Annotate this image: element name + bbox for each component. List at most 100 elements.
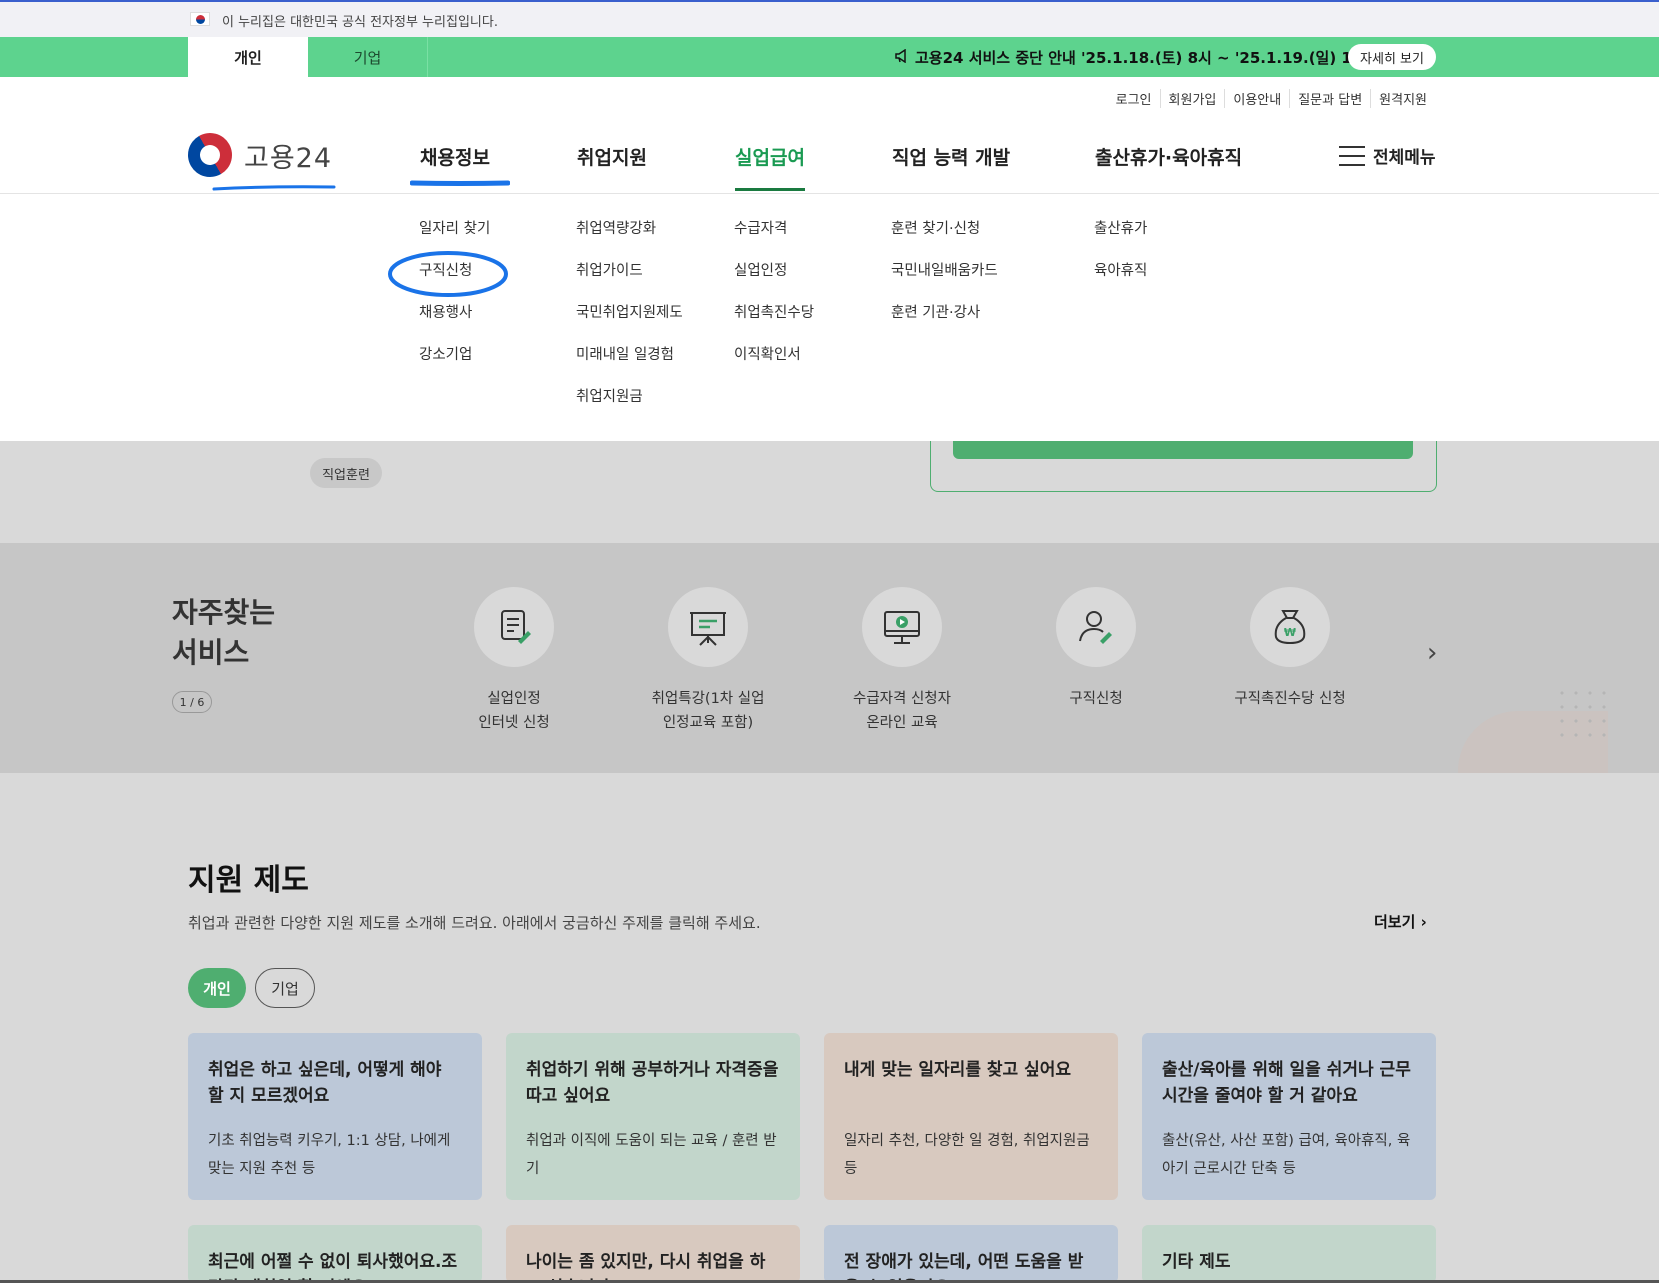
hamburger-icon [1339,145,1365,166]
money-bag-icon: ₩ [1250,587,1330,667]
site-logo[interactable]: 고용24 [179,124,333,186]
header-divider [0,193,1659,194]
submenu-eligibility[interactable]: 수급자격 [734,220,814,262]
support-card[interactable]: 출산/육아를 위해 일을 쉬거나 근무 시간을 줄여야 할 거 같아요 출산(유… [1142,1033,1436,1200]
login-link[interactable]: 로그인 [1108,89,1160,108]
notice-text[interactable]: 고용24 서비스 중단 안내 '25.1.18.(토) 8시 ~ '25.1.1… [895,47,1376,68]
svg-text:₩: ₩ [1284,626,1296,639]
tab-personal[interactable]: 개인 [188,37,308,77]
gnb-recruit-info[interactable]: 채용정보 [420,143,490,170]
support-card[interactable]: 내게 맞는 일자리를 찾고 싶어요 일자리 추천, 다양한 일 경험, 취업지원… [824,1033,1118,1200]
submenu-strong-companies[interactable]: 강소기업 [419,346,490,388]
card-title: 내게 맞는 일자리를 찾고 싶어요 [844,1060,1071,1080]
card-description: 취업과 이직에 도움이 되는 교육 / 훈련 받기 [526,1133,777,1177]
search-panel-button[interactable] [953,441,1413,459]
more-link[interactable]: 더보기 › [1374,911,1427,932]
services-title-line1: 자주찾는 [172,596,276,629]
gnb-unemployment-benefit[interactable]: 실업급여 [735,143,805,170]
filter-personal[interactable]: 개인 [188,968,246,1008]
gnb-underline-annotation [410,180,510,186]
services-title-line2: 서비스 [172,636,250,669]
support-card[interactable]: 취업은 하고 싶은데, 어떻게 해야 할 지 모르겠어요 기초 취업능력 키우기… [188,1033,482,1200]
support-card[interactable]: 전 장애가 있는데, 어떤 도움을 받을 수 있을까요? [824,1225,1118,1283]
submenu-separation-confirmation[interactable]: 이직확인서 [734,346,814,388]
card-title: 최근에 어쩔 수 없이 퇴사했어요.조만간 재취업 할 거예요 [208,1252,458,1283]
presentation-board-icon [668,587,748,667]
service-label: 실업인정 인터넷 신청 [478,691,550,731]
service-item[interactable]: 실업인정 인터넷 신청 [424,587,604,735]
chevron-right-icon: › [1420,913,1427,931]
submenu-unemployment-certification[interactable]: 실업인정 [734,262,814,304]
filter-company[interactable]: 기업 [255,968,315,1008]
notice-detail-button[interactable]: 자세히 보기 [1348,44,1436,70]
signup-link[interactable]: 회원가입 [1159,89,1225,108]
support-card[interactable]: 기타 제도 [1142,1225,1436,1283]
gov-banner-text: 이 누리집은 대한민국 공식 전자정부 누리집입니다. [222,15,498,30]
qna-link[interactable]: 질문과 답변 [1289,89,1370,108]
service-label: 취업특강(1차 실업 인정교육 포함) [651,691,765,731]
submenu-maternity-leave[interactable]: 출산휴가 [1094,220,1147,262]
tab-company[interactable]: 기업 [308,37,428,77]
submenu-recruit-events[interactable]: 채용행사 [419,304,490,346]
card-title: 기타 제도 [1162,1252,1231,1272]
card-description: 출산(유산, 사산 포함) 급여, 육아휴직, 육아기 근로시간 단축 등 [1162,1133,1411,1177]
all-menu-button[interactable]: 전체메뉴 [1339,143,1436,168]
submenu-column-recruit: 일자리 찾기 구직신청 채용행사 강소기업 [419,220,490,388]
submenu-employment-subsidy[interactable]: 취업지원금 [576,388,683,430]
card-title: 전 장애가 있는데, 어떤 도움을 받을 수 있을까요? [844,1252,1084,1283]
taegeuk-emblem-icon [179,124,241,186]
submenu-future-work-experience[interactable]: 미래내일 일경험 [576,346,683,388]
service-item[interactable]: 구직신청 [1006,587,1186,711]
megaphone-icon [895,48,909,67]
logo-text: 고용24 [244,142,333,174]
notice-bar: 개인 기업 고용24 서비스 중단 안내 '25.1.18.(토) 8시 ~ '… [0,37,1659,77]
services-pager: 1 / 6 [172,691,212,713]
submenu-column-benefit: 수급자격 실업인정 취업촉진수당 이직확인서 [734,220,814,388]
gnb-employment-support[interactable]: 취업지원 [577,143,647,170]
user-edit-icon [1056,587,1136,667]
support-title: 지원 제도 [188,863,309,898]
decorative-dots [1555,686,1615,746]
service-item[interactable]: ₩ 구직촉진수당 신청 [1200,587,1380,711]
submenu-column-employment: 취업역량강화 취업가이드 국민취업지원제도 미래내일 일경험 취업지원금 [576,220,683,430]
submenu-childcare-leave[interactable]: 육아휴직 [1094,262,1147,304]
monitor-play-icon [862,587,942,667]
card-description: 일자리 추천, 다양한 일 경험, 취업지원금 등 [844,1133,1090,1177]
card-description: 기초 취업능력 키우기, 1:1 상담, 나에게 맞는 지원 추천 등 [208,1133,451,1177]
support-description: 취업과 관련한 다양한 지원 제도를 소개해 드려요. 아래에서 궁금하신 주제… [188,914,761,932]
gnb-skills-development[interactable]: 직업 능력 개발 [892,143,1010,170]
submenu-national-employment-support[interactable]: 국민취업지원제도 [576,304,683,346]
support-card[interactable]: 나이는 좀 있지만, 다시 취업을 하고 싶습니다 [506,1225,800,1283]
support-card[interactable]: 최근에 어쩔 수 없이 퇴사했어요.조만간 재취업 할 거예요 [188,1225,482,1283]
submenu-training-institutions[interactable]: 훈련 기관·강사 [891,304,998,346]
gnb-maternity-childcare[interactable]: 출산휴가·육아휴직 [1095,143,1242,170]
document-edit-icon [474,587,554,667]
card-title: 나이는 좀 있지만, 다시 취업을 하고 싶습니다 [526,1252,766,1283]
service-item[interactable]: 취업특강(1차 실업 인정교육 포함) [618,587,798,735]
service-label: 구직신청 [1069,691,1123,707]
logo-underline-annotation [212,185,336,191]
services-title: 자주찾는 서비스 [172,593,275,673]
remote-support-link[interactable]: 원격지원 [1370,89,1435,108]
guide-link[interactable]: 이용안내 [1224,89,1289,108]
chevron-right-icon[interactable]: › [1427,638,1437,668]
utility-links: 로그인 회원가입 이용안내 질문과 답변 원격지원 [1108,89,1435,108]
card-title: 취업하기 위해 공부하거나 자격증을 따고 싶어요 [526,1060,779,1106]
service-label: 수급자격 신청자 온라인 교육 [853,691,951,731]
submenu-learning-card[interactable]: 국민내일배움카드 [891,262,998,304]
notice-message: 고용24 서비스 중단 안내 '25.1.18.(토) 8시 ~ '25.1.1… [915,49,1377,67]
keyword-chip[interactable]: 직업훈련 [310,458,382,488]
gov-banner: 이 누리집은 대한민국 공식 전자정부 누리집입니다. [0,0,1659,37]
submenu-reemployment-allowance[interactable]: 취업촉진수당 [734,304,814,346]
site-header: 로그인 회원가입 이용안내 질문과 답변 원격지원 고용24 채용정보 취업지원… [0,77,1659,441]
korea-flag-icon [190,12,210,26]
service-item[interactable]: 수급자격 신청자 온라인 교육 [812,587,992,735]
gnb-active-indicator [735,188,805,191]
submenu-capability-enhancement[interactable]: 취업역량강화 [576,220,683,262]
submenu-employment-guide[interactable]: 취업가이드 [576,262,683,304]
more-label: 더보기 [1374,913,1416,931]
card-title: 출산/육아를 위해 일을 쉬거나 근무 시간을 줄여야 할 거 같아요 [1162,1060,1411,1106]
support-card[interactable]: 취업하기 위해 공부하거나 자격증을 따고 싶어요 취업과 이직에 도움이 되는… [506,1033,800,1200]
submenu-training-search[interactable]: 훈련 찾기·신청 [891,220,998,262]
service-label: 구직촉진수당 신청 [1234,691,1346,707]
